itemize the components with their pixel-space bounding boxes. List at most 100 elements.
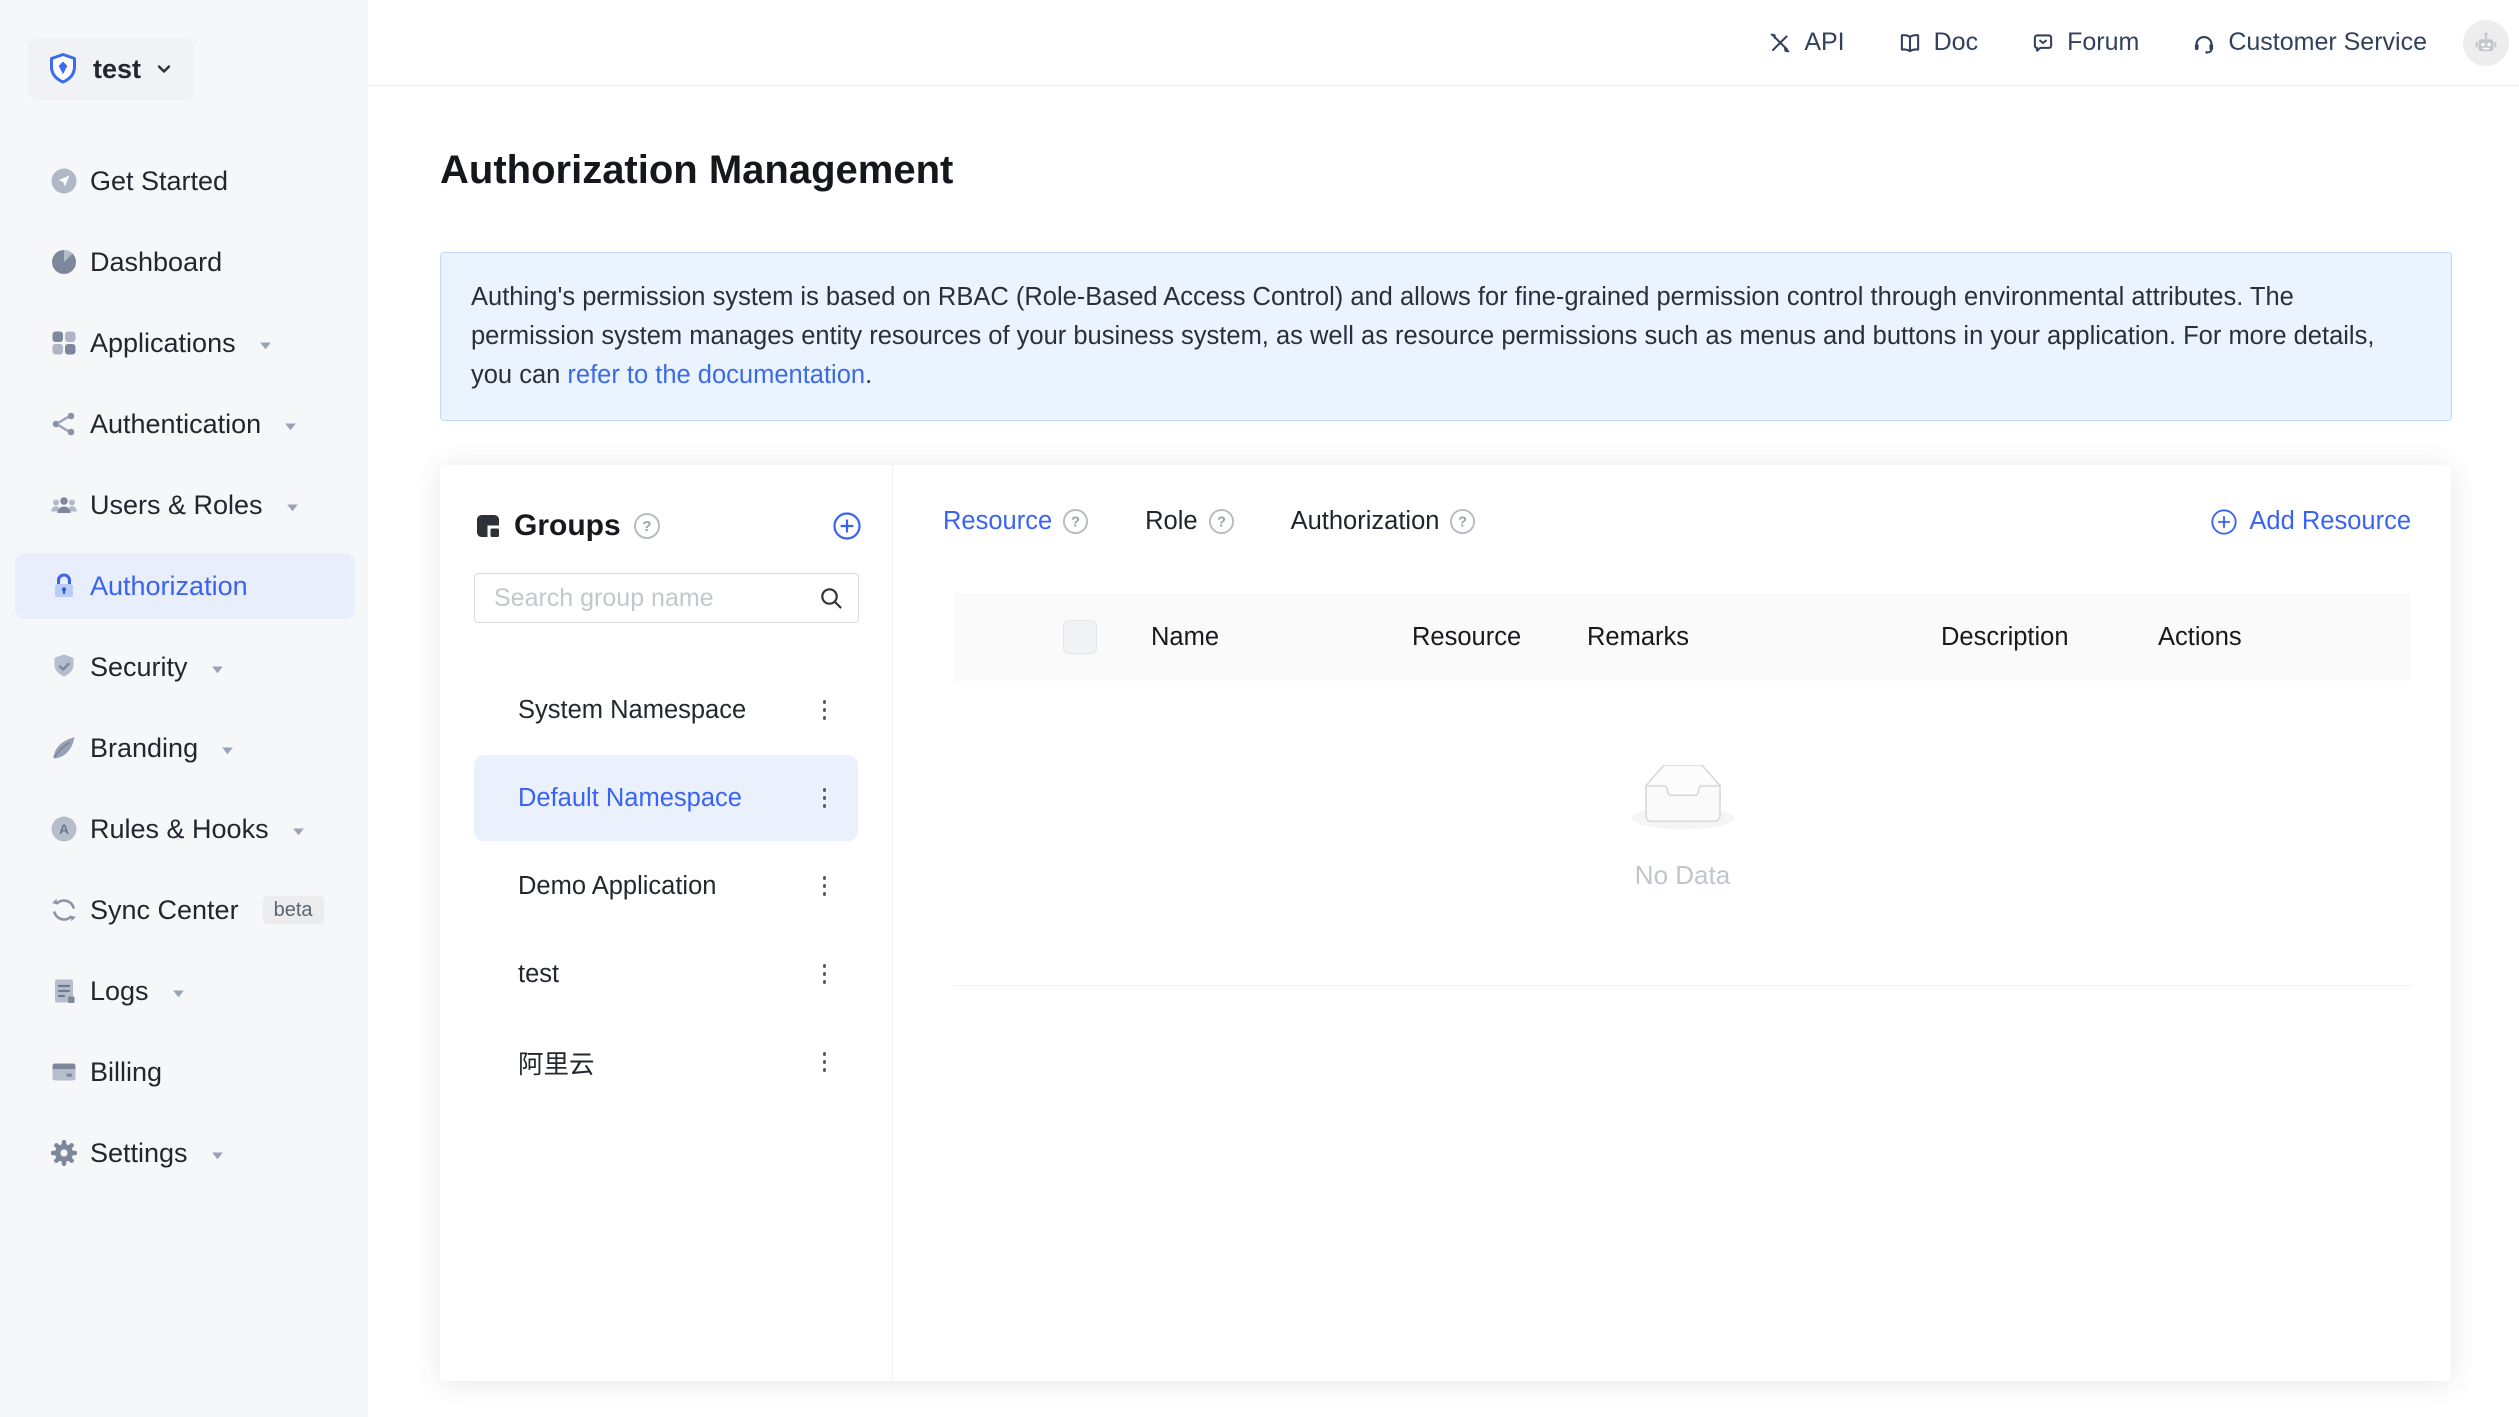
group-search-input[interactable] (474, 573, 859, 623)
sidebar-item-sync-center[interactable]: Sync Center beta (15, 877, 355, 943)
sidebar-item-applications[interactable]: Applications (15, 310, 355, 376)
table-header-checkbox-cell (954, 620, 1151, 654)
sidebar-item-dashboard[interactable]: Dashboard (15, 229, 355, 295)
tabs: Resource ? Role ? Authorization ? (943, 507, 1476, 536)
doc-link[interactable]: Doc (1897, 28, 1978, 57)
tools-icon (1767, 30, 1793, 56)
forum-link[interactable]: Forum (2030, 28, 2139, 57)
group-search (474, 573, 859, 623)
add-group-button[interactable] (832, 511, 862, 541)
sidebar-item-settings[interactable]: Settings (15, 1120, 355, 1186)
authorization-card: Groups ? System Namespace Default Namesp… (440, 465, 2451, 1381)
api-link[interactable]: API (1767, 28, 1844, 57)
tab-label: Resource (943, 507, 1052, 536)
log-file-icon (48, 975, 80, 1007)
sidebar-item-get-started[interactable]: Get Started (15, 148, 355, 214)
svg-text:?: ? (642, 518, 651, 535)
shield-logo-icon (46, 52, 80, 86)
doc-label: Doc (1934, 28, 1978, 57)
groups-panel: Groups ? System Namespace Default Namesp… (440, 465, 893, 1381)
documentation-link[interactable]: refer to the documentation (567, 361, 865, 389)
tab-resource[interactable]: Resource ? (943, 507, 1089, 536)
group-item-menu-button[interactable] (817, 956, 833, 992)
gear-icon (48, 1137, 80, 1169)
headset-icon (2191, 30, 2217, 56)
group-item-test[interactable]: test (474, 931, 858, 1017)
forum-label: Forum (2067, 28, 2139, 57)
top-header: API Doc Forum Customer Service (368, 0, 2519, 86)
add-resource-label: Add Resource (2249, 507, 2411, 536)
group-item-aliyun[interactable]: 阿里云 (474, 1019, 858, 1105)
sidebar-nav: Get Started Dashboard Applications Authe… (0, 148, 368, 1201)
group-item-demo-application[interactable]: Demo Application (474, 843, 858, 929)
group-item-label: test (518, 960, 817, 989)
column-header-name: Name (1151, 623, 1412, 652)
group-item-label: Demo Application (518, 872, 817, 901)
customer-service-link[interactable]: Customer Service (2191, 28, 2427, 57)
caret-down-icon (283, 409, 298, 440)
search-icon (818, 585, 844, 616)
sidebar-item-label: Security (90, 652, 188, 683)
sidebar-item-logs[interactable]: Logs (15, 958, 355, 1024)
sidebar-item-label: Rules & Hooks (90, 814, 269, 845)
group-item-menu-button[interactable] (817, 780, 833, 816)
sidebar-item-label: Billing (90, 1057, 162, 1088)
banner-suffix: . (865, 361, 872, 389)
sidebar-item-branding[interactable]: Branding (15, 715, 355, 781)
assistant-avatar[interactable] (2463, 20, 2509, 66)
table-header-row: Name Resource Remarks Description Action… (954, 593, 2411, 681)
no-data-text: No Data (954, 860, 2411, 891)
sidebar-item-label: Users & Roles (90, 490, 263, 521)
group-item-default-namespace[interactable]: Default Namespace (474, 755, 858, 841)
tab-authorization[interactable]: Authorization ? (1291, 507, 1477, 536)
sidebar-item-rules-hooks[interactable]: A Rules & Hooks (15, 796, 355, 862)
empty-state: No Data (954, 765, 2411, 891)
chevron-down-icon (154, 59, 174, 79)
plus-circle-icon (2210, 508, 2238, 536)
sync-icon (48, 894, 80, 926)
billing-card-icon (48, 1056, 80, 1088)
lock-icon (48, 570, 80, 602)
column-header-actions: Actions (2158, 623, 2411, 652)
empty-box-icon (1631, 765, 1735, 836)
caret-down-icon (291, 814, 306, 845)
sidebar-item-label: Authentication (90, 409, 261, 440)
group-item-menu-button[interactable] (817, 868, 833, 904)
sidebar-item-label: Logs (90, 976, 149, 1007)
app-grid-icon (48, 327, 80, 359)
sidebar-item-label: Applications (90, 328, 236, 359)
svg-text:?: ? (1217, 515, 1226, 531)
users-icon (48, 489, 80, 521)
group-item-menu-button[interactable] (817, 1044, 833, 1080)
chat-bubble-icon (2030, 30, 2056, 56)
group-item-system-namespace[interactable]: System Namespace (474, 667, 858, 753)
sidebar-item-label: Get Started (90, 166, 228, 197)
groups-title: Groups (514, 509, 621, 543)
sidebar-item-authentication[interactable]: Authentication (15, 391, 355, 457)
authorization-help-icon[interactable]: ? (1449, 508, 1476, 535)
group-item-menu-button[interactable] (817, 692, 833, 728)
workspace-switcher[interactable]: test (28, 38, 194, 100)
sidebar-item-billing[interactable]: Billing (15, 1039, 355, 1105)
groups-help-icon[interactable]: ? (633, 512, 661, 540)
svg-text:?: ? (1071, 515, 1080, 531)
add-resource-button[interactable]: Add Resource (2210, 507, 2411, 536)
role-help-icon[interactable]: ? (1208, 508, 1235, 535)
caret-down-icon (210, 652, 225, 683)
sidebar-item-security[interactable]: Security (15, 634, 355, 700)
select-all-checkbox[interactable] (1063, 620, 1097, 654)
sidebar-item-authorization[interactable]: Authorization (15, 553, 355, 619)
sidebar-item-users-roles[interactable]: Users & Roles (15, 472, 355, 538)
resource-help-icon[interactable]: ? (1062, 508, 1089, 535)
sidebar-item-label: Authorization (90, 571, 248, 602)
group-item-label: Default Namespace (518, 784, 817, 813)
svg-text:A: A (59, 821, 69, 837)
table-bottom-divider (954, 985, 2411, 986)
shield-check-icon (48, 651, 80, 683)
sidebar-item-label: Branding (90, 733, 198, 764)
tab-role[interactable]: Role ? (1145, 507, 1234, 536)
groups-icon (474, 512, 502, 540)
pie-chart-icon (48, 246, 80, 278)
group-list: System Namespace Default Namespace Demo … (474, 667, 858, 1107)
caret-down-icon (285, 490, 300, 521)
